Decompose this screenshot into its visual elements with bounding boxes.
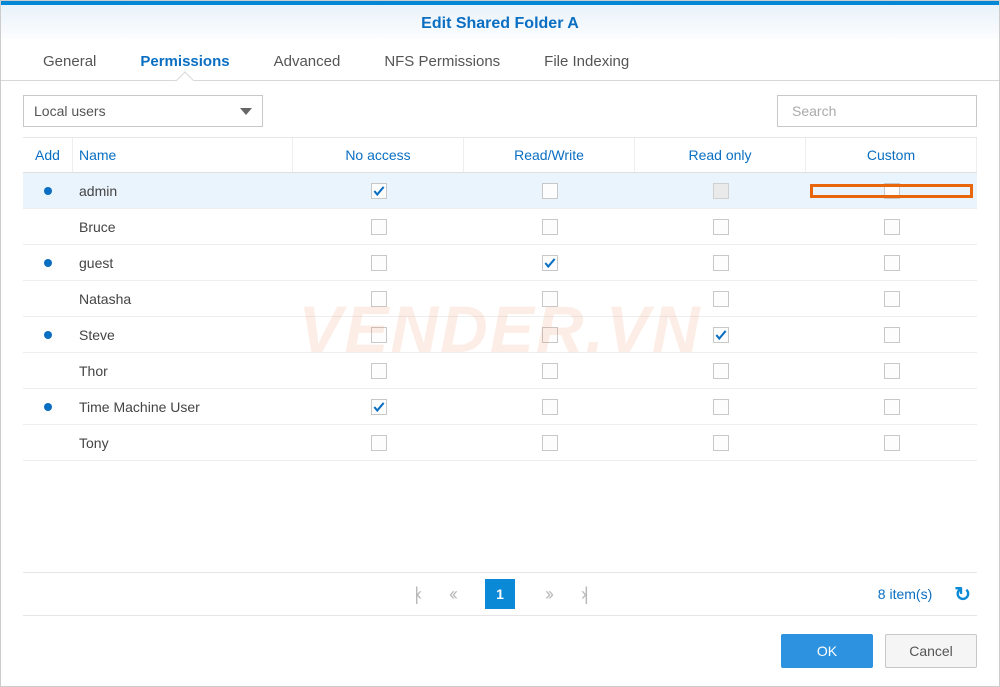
pager: |‹ ‹‹ 1 ›› ›| 8 item(s) ↻	[23, 572, 977, 616]
checkbox-read-write[interactable]	[542, 255, 558, 271]
checkbox-custom[interactable]	[884, 183, 900, 199]
checkbox-no-access[interactable]	[371, 327, 387, 343]
table-row[interactable]: admin	[23, 173, 977, 209]
checkbox-read-only[interactable]	[713, 435, 729, 451]
checkbox-custom[interactable]	[884, 291, 900, 307]
chevron-down-icon	[240, 108, 252, 115]
tab-nfs-permissions[interactable]: NFS Permissions	[362, 43, 522, 80]
pager-controls: |‹ ‹‹ 1 ›› ›|	[23, 579, 977, 609]
bullet-icon	[44, 331, 52, 339]
checkbox-read-only[interactable]	[713, 363, 729, 379]
next-page-button[interactable]: ››	[545, 584, 551, 605]
bullet-icon	[44, 187, 52, 195]
table-row[interactable]: Steve	[23, 317, 977, 353]
checkbox-read-only[interactable]	[713, 219, 729, 235]
tab-general[interactable]: General	[21, 43, 118, 80]
dialog-footer: OK Cancel	[1, 616, 999, 686]
checkbox-custom[interactable]	[884, 363, 900, 379]
table-row[interactable]: Tony	[23, 425, 977, 461]
checkbox-read-write[interactable]	[542, 327, 558, 343]
checkbox-read-only[interactable]	[713, 399, 729, 415]
checkbox-read-write[interactable]	[542, 399, 558, 415]
tab-file-indexing[interactable]: File Indexing	[522, 43, 651, 80]
cell-name: Time Machine User	[73, 399, 293, 415]
cancel-button[interactable]: Cancel	[885, 634, 977, 668]
header-read-only[interactable]: Read only	[635, 138, 806, 172]
table-header: Add Name No access Read/Write Read only …	[23, 137, 977, 173]
checkbox-no-access[interactable]	[371, 183, 387, 199]
cell-name: Tony	[73, 435, 293, 451]
tab-advanced[interactable]: Advanced	[252, 43, 363, 80]
checkbox-no-access[interactable]	[371, 291, 387, 307]
table-body: admin Bruce guest Natasha Steve Thor Time Mach…	[23, 173, 977, 572]
last-page-button[interactable]: ›|	[581, 584, 586, 605]
toolbar: Local users	[1, 81, 999, 137]
table-row[interactable]: Thor	[23, 353, 977, 389]
refresh-icon[interactable]: ↻	[954, 582, 971, 607]
checkbox-read-only[interactable]	[713, 327, 729, 343]
checkbox-custom[interactable]	[884, 327, 900, 343]
checkbox-no-access[interactable]	[371, 435, 387, 451]
bullet-icon	[44, 259, 52, 267]
item-count: 8 item(s)	[878, 586, 932, 602]
checkbox-custom[interactable]	[884, 399, 900, 415]
checkbox-read-write[interactable]	[542, 219, 558, 235]
checkbox-read-write[interactable]	[542, 291, 558, 307]
cell-name: Thor	[73, 363, 293, 379]
search-input[interactable]	[792, 103, 973, 119]
dialog-title: Edit Shared Folder A	[1, 1, 999, 39]
user-scope-label: Local users	[34, 103, 106, 119]
table-row[interactable]: Natasha	[23, 281, 977, 317]
cell-name: guest	[73, 255, 293, 271]
checkbox-read-only[interactable]	[713, 291, 729, 307]
checkbox-read-write[interactable]	[542, 363, 558, 379]
header-custom[interactable]: Custom	[806, 138, 977, 172]
search-box[interactable]	[777, 95, 977, 127]
checkbox-no-access[interactable]	[371, 399, 387, 415]
header-no-access[interactable]: No access	[293, 138, 464, 172]
checkbox-no-access[interactable]	[371, 255, 387, 271]
checkbox-custom[interactable]	[884, 255, 900, 271]
first-page-button[interactable]: |‹	[414, 584, 419, 605]
cell-name: Natasha	[73, 291, 293, 307]
checkbox-no-access[interactable]	[371, 363, 387, 379]
checkbox-read-write[interactable]	[542, 435, 558, 451]
header-read-write[interactable]: Read/Write	[464, 138, 635, 172]
current-page[interactable]: 1	[485, 579, 515, 609]
checkbox-read-only[interactable]	[713, 255, 729, 271]
table-row[interactable]: guest	[23, 245, 977, 281]
checkbox-custom[interactable]	[884, 435, 900, 451]
prev-page-button[interactable]: ‹‹	[449, 584, 455, 605]
cell-name: Steve	[73, 327, 293, 343]
permissions-table: Add Name No access Read/Write Read only …	[23, 137, 977, 572]
tab-permissions[interactable]: Permissions	[118, 43, 251, 80]
ok-button[interactable]: OK	[781, 634, 873, 668]
cell-name: admin	[73, 183, 293, 199]
cell-name: Bruce	[73, 219, 293, 235]
tab-bar: GeneralPermissionsAdvancedNFS Permission…	[1, 43, 999, 81]
bullet-icon	[44, 403, 52, 411]
table-row[interactable]: Bruce	[23, 209, 977, 245]
user-scope-select[interactable]: Local users	[23, 95, 263, 127]
checkbox-no-access[interactable]	[371, 219, 387, 235]
checkbox-read-only	[713, 183, 729, 199]
dialog-edit-shared-folder: Edit Shared Folder A GeneralPermissionsA…	[0, 0, 1000, 687]
checkbox-custom[interactable]	[884, 219, 900, 235]
header-add[interactable]: Add	[23, 138, 73, 172]
header-name[interactable]: Name	[73, 138, 293, 172]
checkbox-read-write[interactable]	[542, 183, 558, 199]
table-row[interactable]: Time Machine User	[23, 389, 977, 425]
